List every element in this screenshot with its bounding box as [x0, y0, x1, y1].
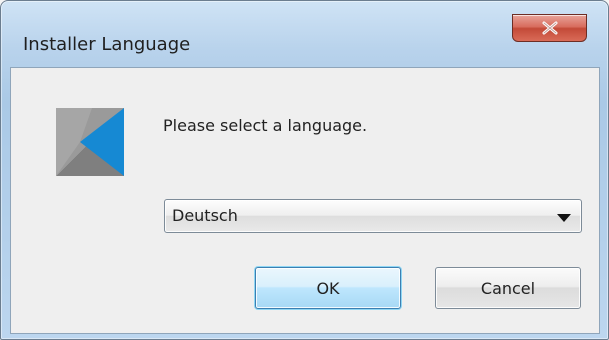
cancel-button[interactable]: Cancel	[435, 267, 581, 309]
language-prompt: Please select a language.	[163, 116, 368, 135]
close-button[interactable]	[512, 14, 587, 42]
language-select[interactable]: Deutsch	[164, 199, 582, 233]
selected-language: Deutsch	[172, 206, 238, 225]
window-title: Installer Language	[23, 34, 191, 55]
title-bar[interactable]: Installer Language	[1, 1, 608, 67]
installer-language-window: Installer Language Please select a langu…	[0, 0, 609, 340]
ok-button[interactable]: OK	[255, 267, 401, 309]
close-icon	[540, 20, 560, 36]
dialog-content: Please select a language. Deutsch OK Can…	[10, 67, 600, 334]
installer-logo-icon	[56, 108, 124, 176]
chevron-down-icon[interactable]	[557, 207, 571, 226]
